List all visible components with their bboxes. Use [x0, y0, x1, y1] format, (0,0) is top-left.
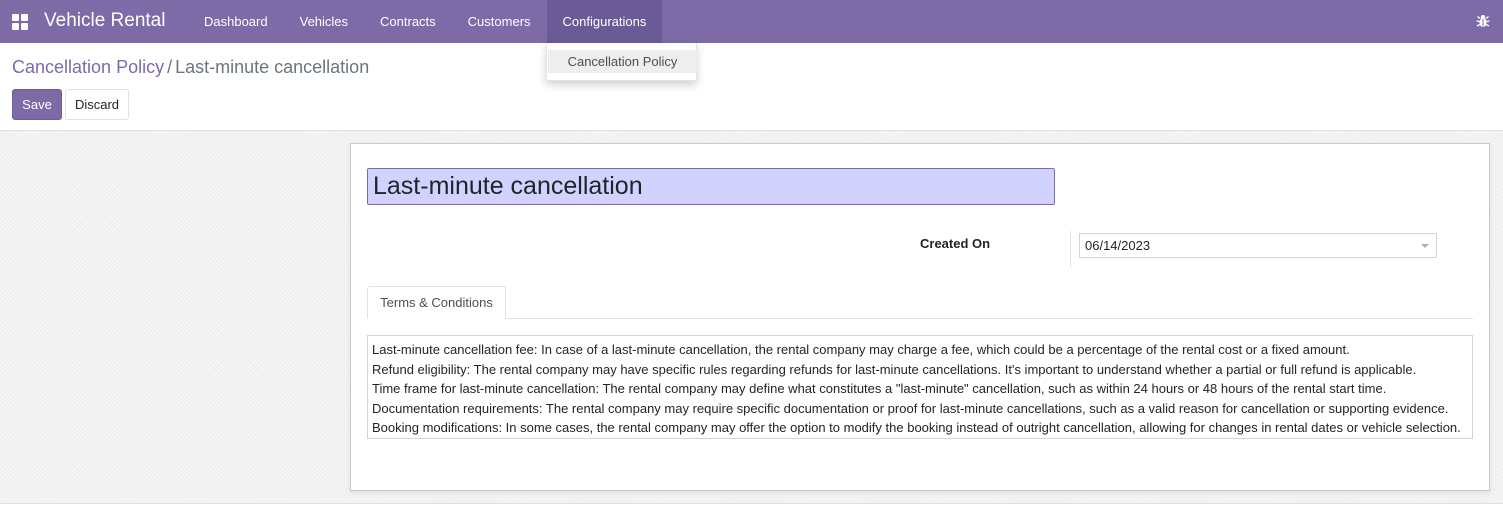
form-sheet: Last-minute cancellation Created On 06/1…: [350, 143, 1490, 491]
created-on-value: 06/14/2023: [1085, 238, 1151, 253]
bottom-divider: [0, 503, 1503, 504]
discard-button[interactable]: Discard: [65, 89, 129, 120]
bug-icon[interactable]: [1475, 13, 1491, 29]
menu-customers[interactable]: Customers: [452, 0, 547, 43]
app-brand[interactable]: Vehicle Rental: [44, 10, 165, 32]
breadcrumb-separator: /: [167, 57, 173, 77]
menu-dashboard[interactable]: Dashboard: [188, 0, 284, 43]
policy-name-input[interactable]: Last-minute cancellation: [367, 168, 1055, 205]
breadcrumb-parent[interactable]: Cancellation Policy: [12, 57, 164, 77]
chevron-down-icon[interactable]: [1421, 244, 1429, 248]
terms-line: Last-minute cancellation fee: In case of…: [372, 342, 1350, 357]
save-button[interactable]: Save: [12, 89, 62, 120]
main-menu: Dashboard Vehicles Contracts Customers C…: [188, 0, 663, 43]
terms-line: Refund eligibility: The rental company m…: [372, 361, 1417, 377]
apps-grid-icon[interactable]: [12, 14, 28, 30]
breadcrumb: Cancellation Policy / Last-minute cancella…: [12, 57, 369, 78]
configurations-dropdown: Cancellation Policy: [546, 43, 697, 81]
terms-line: Documentation requirements: The rental c…: [372, 400, 1449, 416]
terms-line: Booking modifications: In some cases, th…: [372, 420, 1461, 435]
terms-line: Time frame for last-minute cancellation:…: [372, 381, 1387, 396]
terms-conditions-textarea[interactable]: Last-minute cancellation fee: In case of…: [367, 335, 1473, 439]
breadcrumb-current: Last-minute cancellation: [175, 57, 370, 77]
created-on-label: Created On: [920, 236, 991, 251]
dropdown-item-cancellation-policy[interactable]: Cancellation Policy: [548, 50, 697, 73]
top-navbar: Vehicle Rental Dashboard Vehicles Contra…: [0, 0, 1503, 43]
field-separator: [1070, 231, 1071, 267]
tab-terms-conditions[interactable]: Terms & Conditions: [367, 286, 506, 319]
menu-configurations[interactable]: Configurations: [546, 0, 663, 43]
menu-vehicles[interactable]: Vehicles: [284, 0, 364, 43]
menu-contracts[interactable]: Contracts: [364, 0, 452, 43]
created-on-date-input[interactable]: 06/14/2023: [1079, 233, 1437, 258]
tabs-divider: [367, 318, 1473, 319]
